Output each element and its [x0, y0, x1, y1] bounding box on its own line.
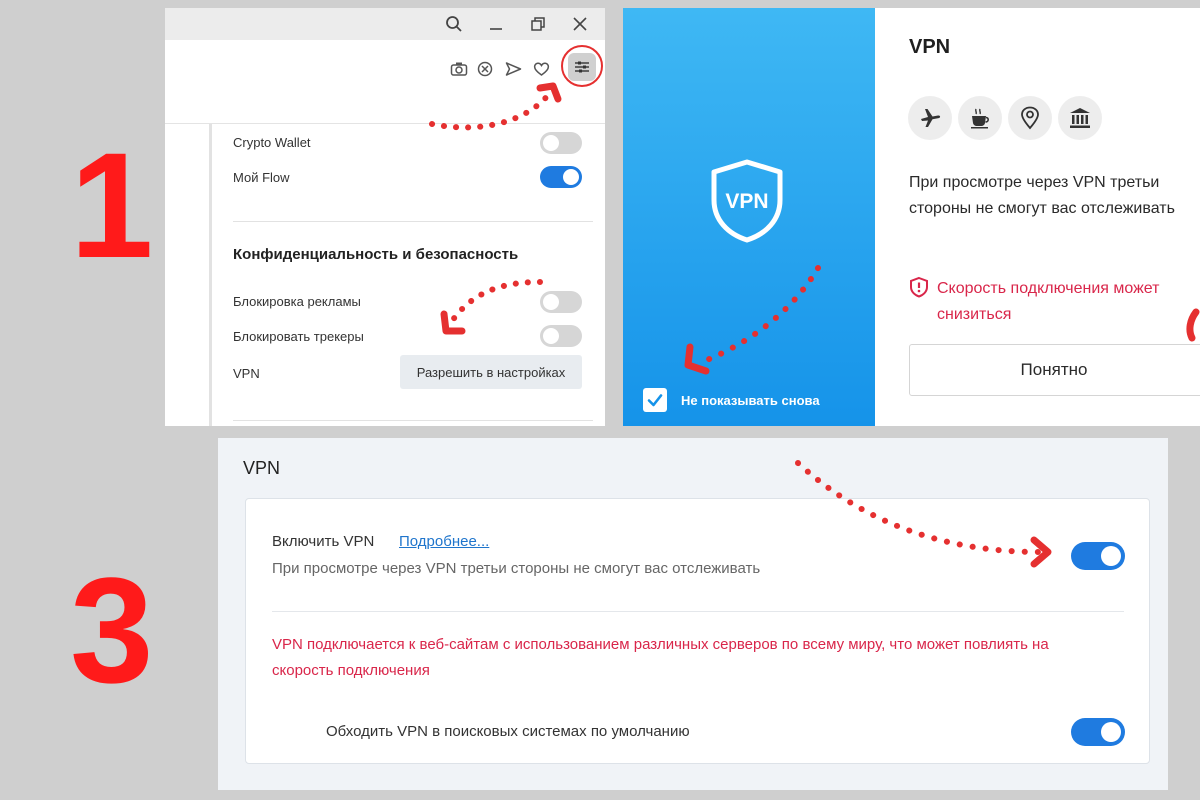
minimize-icon[interactable]: [485, 13, 507, 35]
vpn-popup-description: При просмотре через VPN третьи стороны н…: [909, 174, 1175, 217]
dont-show-again-label: Не показывать снова: [681, 392, 820, 408]
speed-warning-text: Скорость подключения может снизиться: [937, 280, 1160, 323]
browser-settings-panel: Crypto Wallet Мой Flow Конфиденциальност…: [165, 8, 605, 426]
got-it-button[interactable]: Понятно: [909, 344, 1200, 396]
tracker-block-toggle[interactable]: [540, 325, 582, 347]
speed-warning: Скорость подключения может снизиться: [909, 276, 1200, 328]
enable-vpn-description: При просмотре через VPN третьи стороны н…: [272, 560, 761, 577]
coffee-icon: [958, 96, 1002, 140]
browser-toolbar: [165, 40, 605, 124]
warning-shield-icon: [910, 276, 928, 298]
vpn-shield-icon: VPN: [711, 159, 783, 243]
my-flow-label: Мой Flow: [233, 170, 290, 185]
toggle-knob: [543, 135, 559, 151]
ad-block-toggle[interactable]: [540, 291, 582, 313]
toggle-knob: [563, 169, 579, 185]
vpn-label: VPN: [233, 366, 260, 381]
toggle-knob: [1101, 546, 1121, 566]
dont-show-again-checkbox[interactable]: [643, 388, 667, 412]
close-icon[interactable]: [569, 13, 591, 35]
vpn-popup-title: VPN: [909, 36, 951, 58]
vpn-settings-panel: VPN Включить VPN Подробнее... При просмо…: [218, 438, 1168, 790]
vpn-popup-banner: VPN Не показывать снова: [623, 8, 875, 426]
toggle-knob: [543, 328, 559, 344]
dont-show-again-option[interactable]: Не показывать снова: [643, 388, 820, 412]
ad-block-label: Блокировка рекламы: [233, 294, 361, 309]
more-info-link[interactable]: Подробнее...: [399, 533, 489, 550]
crypto-wallet-label: Crypto Wallet: [233, 135, 311, 150]
toggle-knob: [543, 294, 559, 310]
camera-icon[interactable]: [448, 58, 470, 80]
checkmark-icon: [647, 394, 663, 407]
bypass-search-label: Обходить VPN в поисковых системах по умо…: [326, 723, 690, 740]
location-pin-icon: [1008, 96, 1052, 140]
vpn-settings-title: VPN: [243, 458, 281, 478]
vpn-settings-card: Включить VPN Подробнее... При просмотре …: [245, 498, 1150, 764]
my-flow-toggle[interactable]: [540, 166, 582, 188]
tracker-block-label: Блокировать трекеры: [233, 329, 364, 344]
step-number-1: 1: [70, 121, 154, 289]
bypass-search-toggle[interactable]: [1071, 718, 1125, 746]
vpn-speed-warning: VPN подключается к веб-сайтам с использо…: [272, 636, 1049, 679]
bank-icon: [1058, 96, 1102, 140]
privacy-section-title: Конфиденциальность и безопасность: [233, 246, 519, 263]
enable-vpn-label: Включить VPN: [272, 533, 375, 550]
step-number-3: 3: [70, 546, 154, 714]
airplane-icon: [908, 96, 952, 140]
vpn-popup-content: VPN При просмотре через VPN третьи сторо…: [875, 8, 1200, 426]
window-titlebar: [165, 8, 605, 40]
restore-icon[interactable]: [527, 13, 549, 35]
enable-vpn-toggle[interactable]: [1071, 542, 1125, 570]
crypto-wallet-toggle[interactable]: [540, 132, 582, 154]
panel-edge: [209, 124, 212, 426]
allow-in-settings-button[interactable]: Разрешить в настройках: [400, 355, 582, 389]
block-icon[interactable]: [474, 58, 496, 80]
section-divider: [233, 420, 593, 421]
section-divider: [233, 221, 593, 222]
settings-divider: [272, 611, 1124, 612]
send-icon[interactable]: [502, 58, 524, 80]
annotation-circle: [561, 45, 603, 87]
search-icon[interactable]: [443, 13, 465, 35]
heart-icon[interactable]: [530, 58, 552, 80]
toggle-knob: [1101, 722, 1121, 742]
vpn-shield-label: VPN: [725, 190, 768, 213]
